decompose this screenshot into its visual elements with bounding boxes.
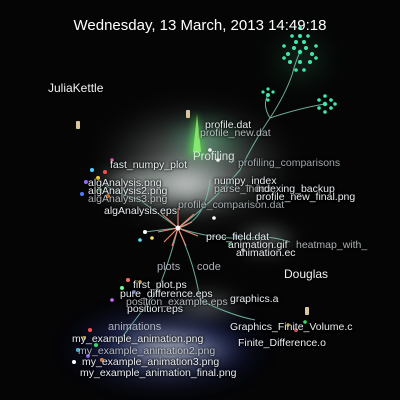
directory-label: code	[197, 261, 221, 273]
file-label: profile_new.dat	[200, 127, 271, 139]
directory-label: animations	[108, 321, 162, 333]
timestamp: Wednesday, 13 March, 2013 14:49:18	[73, 17, 327, 34]
file-label: my_example_animation2.png	[78, 345, 216, 357]
directory-label: plots	[157, 261, 181, 273]
user-label: JuliaKettle	[48, 81, 104, 95]
file-label: algAnalysis.eps	[104, 205, 177, 217]
file-label: Graphics_Finite_Volume.c	[230, 321, 353, 333]
file-label: my_example_animation_final.png	[80, 367, 237, 379]
file-label: profile_comparison.dat	[178, 199, 285, 211]
gource-visualization: Wednesday, 13 March, 2013 14:49:18 Julia…	[0, 0, 400, 400]
file-label: fast_numpy_plot	[110, 159, 188, 171]
directory-label: Profiling	[193, 151, 235, 163]
file-label: my_example_animation.png	[72, 333, 204, 345]
file-label: animation.ec	[236, 247, 296, 259]
user-label: Douglas	[284, 267, 329, 281]
file-label: algAnalysis3.png	[88, 193, 168, 205]
file-label: graphics.a	[230, 293, 279, 305]
file-label: Finite_Difference.o	[238, 337, 326, 349]
file-label: position_example.eps	[126, 296, 228, 308]
file-label: my_example_animation3.png	[82, 356, 220, 368]
file-label: profiling_comparisons	[238, 157, 341, 169]
file-label: heatmap_with_	[296, 239, 368, 251]
